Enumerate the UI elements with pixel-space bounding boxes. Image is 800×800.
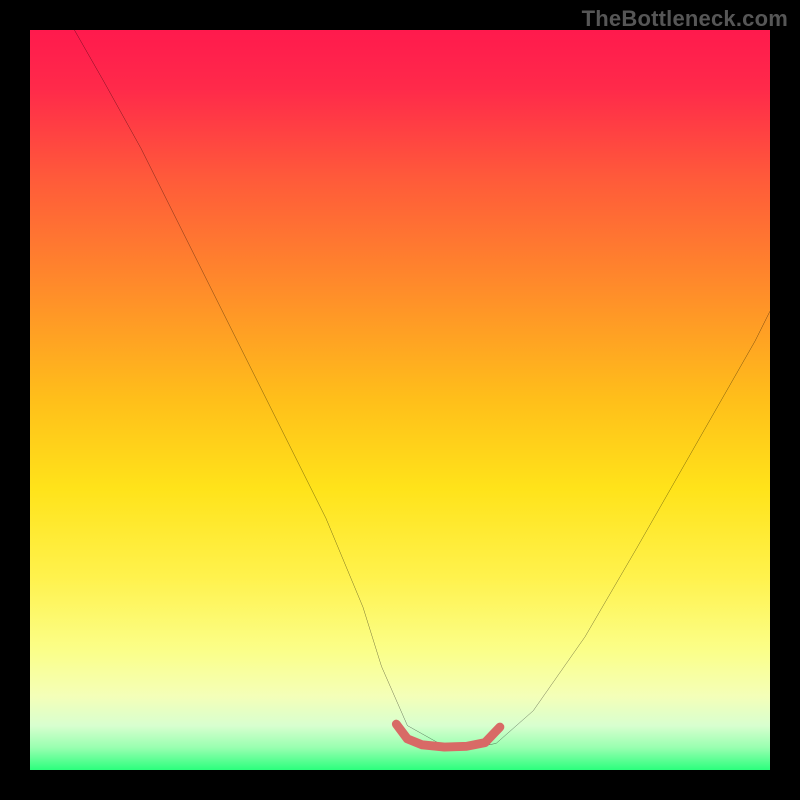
gradient-background: [30, 30, 770, 770]
chart-frame: TheBottleneck.com: [0, 0, 800, 800]
bottleneck-chart: [30, 30, 770, 770]
watermark-label: TheBottleneck.com: [582, 6, 788, 32]
